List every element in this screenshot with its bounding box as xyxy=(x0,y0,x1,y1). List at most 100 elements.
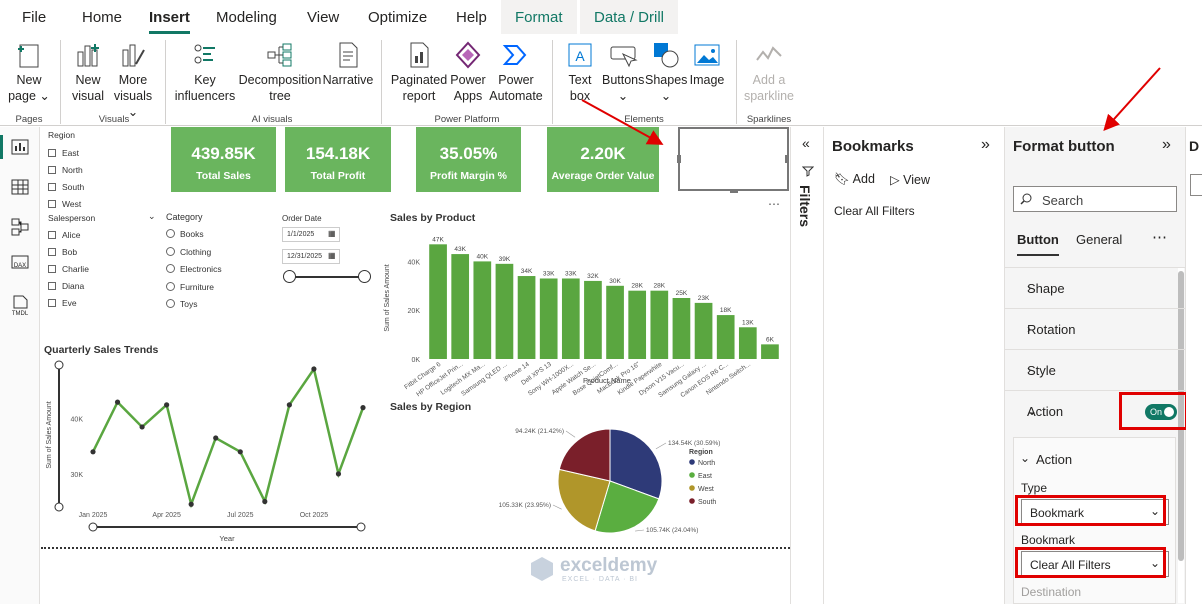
tab-view[interactable]: View xyxy=(307,9,339,26)
resize-handle[interactable] xyxy=(730,189,738,193)
group-pages-label: Pages xyxy=(15,114,43,125)
selected-button-visual[interactable] xyxy=(677,127,789,193)
bookmark-label: Bookmark xyxy=(1021,533,1076,547)
slicer-item[interactable]: East xyxy=(48,145,84,162)
checkbox-icon xyxy=(48,265,56,273)
x-axis-label: Product Name xyxy=(583,376,631,385)
dax-query-view[interactable]: DAX xyxy=(8,255,32,269)
x-tick-label: Apr 2025 xyxy=(152,512,181,519)
kpi-card-average-order-value[interactable]: 2.20K Average Order Value xyxy=(547,127,659,192)
calendar-icon[interactable]: ▦ xyxy=(328,229,336,238)
expand-filters-icon[interactable]: « xyxy=(802,135,810,151)
narrative-button[interactable]: Narrative xyxy=(322,40,374,88)
ribbon-separator xyxy=(60,40,61,124)
new-visual-button[interactable]: New visual xyxy=(70,40,106,104)
ribbon-separator xyxy=(381,40,382,124)
more-options-icon[interactable]: ⋯ xyxy=(1152,228,1167,246)
data-pane-edge: D xyxy=(1186,127,1202,604)
text-box-button[interactable]: A Text box xyxy=(560,40,600,104)
date-range-end-handle[interactable] xyxy=(358,270,371,283)
tab-optimize[interactable]: Optimize xyxy=(368,9,427,26)
slicer-item[interactable]: Eve xyxy=(48,295,158,312)
toggle-knob xyxy=(1164,407,1174,417)
sales-by-product-chart[interactable]: 0K 20K 40K 47K 43K 40K 39K 34K 33K 33K 32K 30K 28K 28… xyxy=(381,225,786,397)
narrative-icon xyxy=(339,42,358,68)
tab-format[interactable]: Format xyxy=(501,0,577,34)
resize-handle[interactable] xyxy=(677,155,681,163)
tab-insert[interactable]: Insert xyxy=(149,9,190,34)
tmdl-view[interactable]: TMDL xyxy=(8,295,32,317)
date-range-start-handle[interactable] xyxy=(283,270,296,283)
slicer-item[interactable]: Books xyxy=(166,226,222,244)
tab-data-drill[interactable]: Data / Drill xyxy=(580,0,679,34)
slicer-item[interactable]: Bob xyxy=(48,244,158,261)
slicer-item[interactable]: Clothing xyxy=(166,244,222,262)
data-label: 32K xyxy=(587,273,599,280)
decomposition-tree-button[interactable]: Decomposition tree xyxy=(238,40,322,104)
table-view-icon[interactable] xyxy=(10,177,30,197)
image-button[interactable]: Image xyxy=(688,40,726,88)
checkbox-icon xyxy=(48,149,56,157)
tab-general[interactable]: General xyxy=(1076,232,1122,247)
more-visuals-button[interactable]: More visuals ⌄ xyxy=(108,40,158,120)
section-shape[interactable]: › Shape xyxy=(1005,267,1186,308)
section-style[interactable]: › Style xyxy=(1005,349,1186,390)
chevron-down-icon[interactable]: ⌄ xyxy=(148,211,156,222)
add-sparkline-button[interactable]: Add a sparkline xyxy=(742,40,796,104)
kpi-card-total-profit[interactable]: 154.18K Total Profit xyxy=(285,127,391,192)
section-rotation[interactable]: › Rotation xyxy=(1005,308,1186,349)
bookmark-item[interactable]: Clear All Filters xyxy=(834,204,915,218)
leader-line xyxy=(635,529,645,532)
tab-file[interactable]: File xyxy=(22,9,46,26)
format-search-input[interactable]: Search xyxy=(1013,186,1177,212)
collapse-pane-icon[interactable]: » xyxy=(981,136,990,154)
buttons-button[interactable]: Buttons ⌄ xyxy=(602,40,644,104)
key-influencers-button[interactable]: Key influencers xyxy=(172,40,238,104)
data-point xyxy=(114,399,121,405)
add-bookmark-button[interactable]: 🔖︎ Add xyxy=(834,172,875,187)
view-icon: ▷ xyxy=(890,173,900,187)
slicer-item[interactable]: Furniture xyxy=(166,279,222,297)
group-ai-visuals-label: AI visuals xyxy=(251,114,293,125)
power-automate-button[interactable]: Power Automate xyxy=(488,40,544,104)
x-axis-label: Year xyxy=(219,534,235,543)
tab-home[interactable]: Home xyxy=(82,9,122,26)
format-pane: Format button » Search Button General ⋯ … xyxy=(1005,127,1188,604)
chevron-down-icon[interactable]: ⌄ xyxy=(1020,451,1030,465)
paginated-report-button[interactable]: Paginated report xyxy=(390,40,448,104)
slicer-item[interactable]: North xyxy=(48,162,84,179)
power-apps-button[interactable]: Power Apps xyxy=(448,40,488,104)
radio-icon xyxy=(166,299,175,308)
slicer-item[interactable]: Charlie xyxy=(48,261,158,278)
slicer-item[interactable]: Electronics xyxy=(166,261,222,279)
more-options-icon[interactable]: ⋯ xyxy=(768,197,781,211)
tab-button[interactable]: Button xyxy=(1017,232,1059,256)
tab-modeling[interactable]: Modeling xyxy=(216,9,277,26)
action-toggle[interactable]: On xyxy=(1145,404,1177,420)
data-pane-search-input[interactable] xyxy=(1190,174,1202,196)
model-view-icon[interactable] xyxy=(10,217,30,237)
checkbox-icon xyxy=(48,248,56,256)
kpi-card-profit-margin[interactable]: 35.05% Profit Margin % xyxy=(416,127,521,192)
tab-help[interactable]: Help xyxy=(456,9,487,26)
slicer-item[interactable]: Alice xyxy=(48,227,158,244)
slicer-item[interactable]: South xyxy=(48,179,84,196)
resize-handle[interactable] xyxy=(785,155,789,163)
quarterly-sales-trend-chart[interactable]: 30K 40K Jan 2025 Apr 2025 Jul 2025 Oct 2025 Su… xyxy=(41,355,376,547)
view-bookmark-button[interactable]: ▷ View xyxy=(890,172,930,187)
slicer-item[interactable]: Toys xyxy=(166,296,222,314)
kpi-card-total-sales[interactable]: 439.85K Total Sales xyxy=(171,127,276,192)
slicer-item[interactable]: Diana xyxy=(48,278,158,295)
legend-marker xyxy=(689,485,695,491)
leader-line xyxy=(552,504,562,510)
report-view-icon[interactable] xyxy=(10,137,30,157)
key-influencers-icon xyxy=(194,44,215,64)
collapse-pane-icon[interactable]: » xyxy=(1162,136,1171,154)
filters-pane[interactable]: « Filters xyxy=(790,127,824,604)
slicer-item[interactable]: West xyxy=(48,196,84,213)
data-label: 6K xyxy=(766,336,775,343)
new-page-button[interactable]: New page ⌄ xyxy=(8,40,50,104)
sales-by-region-chart[interactable]: 134.54K (30.59%) 105.74K (24.04%) 105.33K … xyxy=(381,415,786,545)
calendar-icon[interactable]: ▦ xyxy=(328,251,336,260)
shapes-button[interactable]: Shapes ⌄ xyxy=(645,40,687,104)
